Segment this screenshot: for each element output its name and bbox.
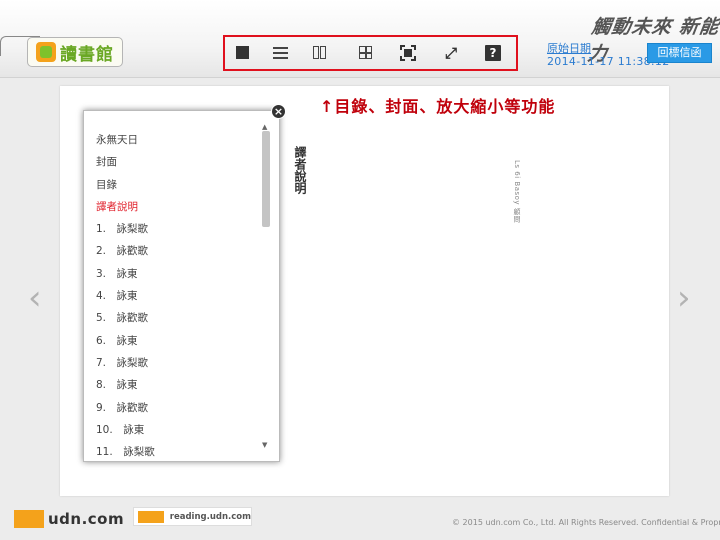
zoom-expand-icon[interactable]: ⤢ — [443, 45, 459, 61]
reading-hall-badge-icon — [36, 42, 56, 62]
toc-item[interactable]: 目錄 — [96, 174, 279, 196]
page-side-text: Ls 6i Basoy 顧問 — [513, 160, 521, 223]
toc-item[interactable]: 6. 詠東 — [96, 330, 279, 352]
feature-annotation: ↑目錄、封面、放大縮小等功能 — [320, 97, 556, 116]
return-button[interactable]: 回標信函 — [647, 43, 712, 63]
reading-badge-icon — [138, 510, 164, 523]
toc-list: 永無天日 封面 目錄 譯者說明 1. 詠梨歌 2. 詠歡歌 3. 詠東 4. 詠… — [84, 111, 279, 461]
two-page-icon[interactable] — [312, 45, 328, 61]
grid-icon[interactable] — [358, 45, 374, 61]
toc-item[interactable]: 永無天日 — [96, 129, 279, 151]
scroll-down-icon[interactable]: ▼ — [262, 441, 267, 449]
reading-logo-text: reading.udn.com — [169, 511, 251, 522]
toc-item[interactable]: 8. 詠東 — [96, 374, 279, 396]
copyright-text: © 2015 udn.com Co., Ltd. All Rights Rese… — [452, 518, 720, 527]
toc-item[interactable]: 1. 詠梨歌 — [96, 218, 279, 240]
toc-item[interactable]: 2. 詠歡歌 — [96, 240, 279, 262]
udn-badge-icon — [14, 510, 44, 528]
scroll-up-icon[interactable]: ▲ — [262, 123, 267, 131]
toc-item[interactable]: 5. 詠歡歌 — [96, 307, 279, 329]
reader-toolbar: ⤢ ? — [223, 35, 518, 71]
toc-item[interactable]: 4. 詠東 — [96, 285, 279, 307]
reading-hall-label: 讀書館 — [60, 44, 114, 65]
udn-logo-text: udn.com — [48, 510, 125, 528]
reading-hall-logo[interactable]: 讀書館 — [27, 37, 123, 67]
toc-item-active[interactable]: 譯者說明 — [96, 196, 279, 218]
close-icon[interactable]: × — [271, 104, 286, 119]
toc-item[interactable]: 10. 詠東 — [96, 419, 279, 441]
toc-item[interactable]: 封面 — [96, 151, 279, 173]
toc-scrollbar[interactable]: ▲ ▼ — [261, 121, 271, 451]
scroll-thumb[interactable] — [262, 131, 270, 227]
toc-item[interactable]: 3. 詠東 — [96, 263, 279, 285]
app-header: 讀書館 ⤢ ? 觸動未來 新能力 原始日期 2014-11-17 11:38:1… — [0, 0, 720, 78]
toc-item[interactable]: 9. 詠歡歌 — [96, 397, 279, 419]
udn-logo[interactable]: udn.com — [14, 510, 124, 528]
prev-page-icon[interactable]: ‹ — [28, 278, 42, 318]
reading-udn-logo[interactable]: reading.udn.com — [133, 507, 252, 526]
help-icon[interactable]: ? — [485, 45, 501, 61]
fit-screen-icon[interactable] — [400, 45, 416, 61]
toc-square-icon[interactable] — [235, 45, 251, 61]
toc-panel: 永無天日 封面 目錄 譯者說明 1. 詠梨歌 2. 詠歡歌 3. 詠東 4. 詠… — [83, 110, 280, 462]
page-heading: 譯者說明 — [293, 146, 307, 194]
toc-item[interactable]: 7. 詠梨歌 — [96, 352, 279, 374]
toc-item[interactable]: 11. 詠梨歌 — [96, 441, 279, 461]
app-footer: udn.com reading.udn.com © 2015 udn.com C… — [0, 496, 720, 540]
next-page-icon[interactable]: › — [677, 278, 691, 318]
list-icon[interactable] — [273, 45, 289, 61]
